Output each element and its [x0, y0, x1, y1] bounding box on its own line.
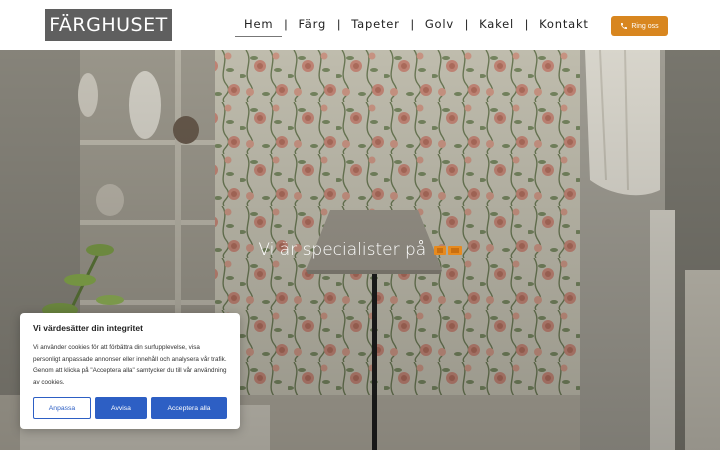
phone-icon [621, 23, 628, 29]
cookie-text: Vi använder cookies för att förbättra di… [33, 344, 227, 387]
accept-all-button[interactable]: Acceptera alla [151, 397, 227, 419]
nav-item-hem[interactable]: Hem [235, 11, 283, 37]
reject-button[interactable]: Avvisa [95, 397, 147, 419]
site-header: FÄRGHUSET Hem | Färg | Tapeter | Golv | … [0, 0, 720, 50]
main-nav: Hem | Färg | Tapeter | Golv | Kakel | Ko… [235, 11, 598, 37]
customize-button[interactable]: Anpassa [33, 397, 91, 419]
nav-separator: | [337, 17, 341, 31]
hero-heading: Vi är specialister på [0, 240, 720, 260]
nav-separator: | [464, 17, 469, 31]
cookie-title: Vi värdesätter din integritet [33, 323, 143, 333]
nav-separator: | [410, 17, 414, 31]
site-logo[interactable]: FÄRGHUSET [45, 9, 172, 41]
nav-item-farg[interactable]: Färg [289, 11, 335, 37]
call-us-label: Ring oss [631, 22, 659, 30]
nav-item-kontakt[interactable]: Kontakt [530, 11, 598, 37]
nav-separator: | [525, 17, 529, 31]
nav-separator: | [284, 17, 288, 31]
bg-logo-icon [433, 246, 462, 255]
cookie-consent-dialog: Vi värdesätter din integritet Vi använde… [20, 313, 240, 429]
logo-text: FÄRGHUSET [49, 14, 168, 36]
cookie-buttons: Anpassa Avvisa Acceptera alla [33, 397, 227, 419]
nav-item-tapeter[interactable]: Tapeter [342, 11, 408, 37]
hero-heading-text: Vi är specialister på [258, 240, 427, 260]
call-us-button[interactable]: Ring oss [611, 16, 668, 36]
nav-item-kakel[interactable]: Kakel [470, 11, 523, 37]
nav-item-golv[interactable]: Golv [416, 11, 463, 37]
